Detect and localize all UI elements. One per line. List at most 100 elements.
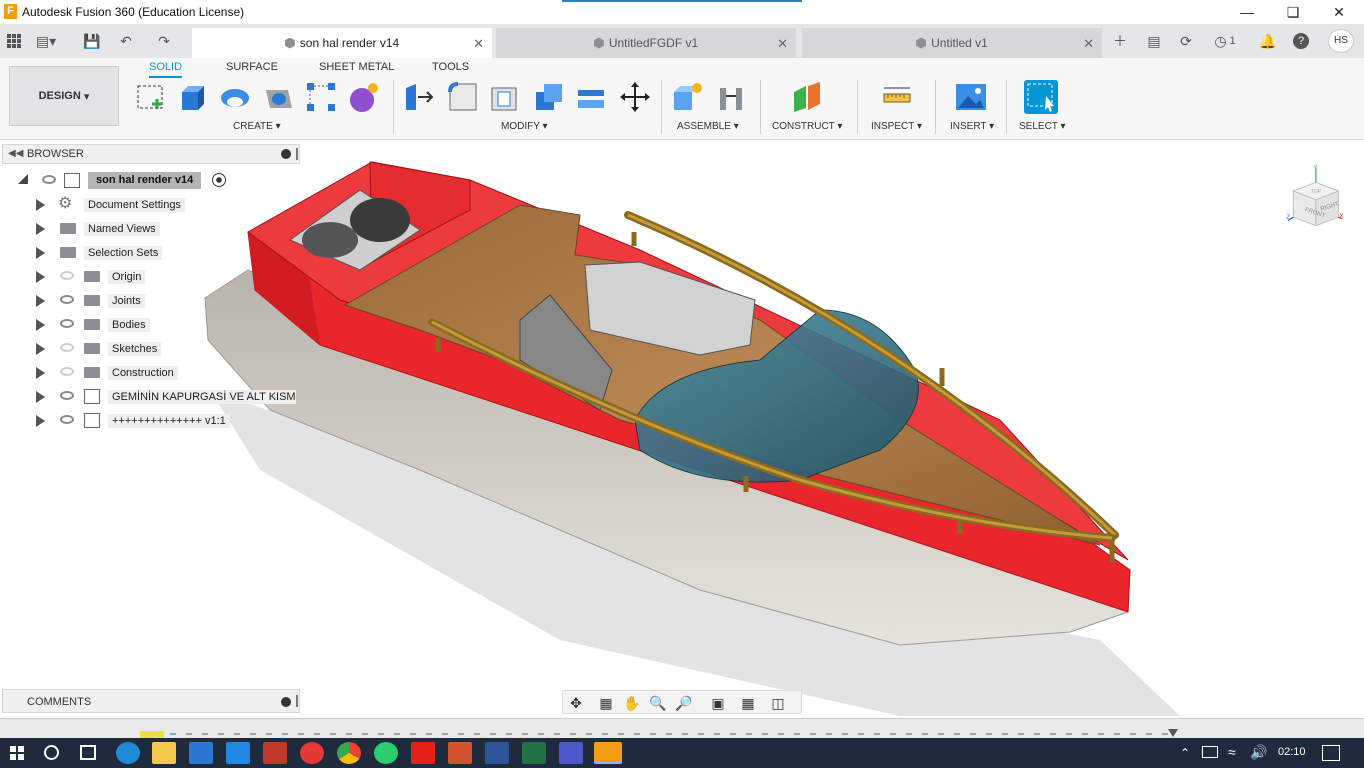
battery-icon[interactable] — [1202, 746, 1218, 758]
pdf-reader-icon[interactable] — [263, 742, 287, 764]
excel-icon[interactable] — [522, 742, 546, 764]
minimize-icon[interactable]: — — [1224, 2, 1270, 22]
viewcube[interactable]: FRONT RIGHT TOP Y Z X — [1282, 165, 1343, 227]
expand-arrow-icon[interactable] — [36, 367, 45, 379]
browser-item-construction[interactable]: Construction — [0, 362, 300, 384]
job-status-icon[interactable]: ◷ 1 — [1210, 31, 1240, 51]
measure-icon[interactable] — [880, 80, 914, 114]
create-sketch-icon[interactable] — [134, 80, 168, 114]
close-tab-icon[interactable]: ✕ — [777, 36, 788, 52]
store-icon[interactable] — [189, 742, 213, 764]
visibility-eye-icon[interactable] — [42, 175, 56, 184]
extensions-icon[interactable]: ⟳ — [1176, 31, 1196, 51]
combine-icon[interactable] — [532, 80, 566, 114]
browser-item-origin[interactable]: Origin — [0, 266, 300, 288]
wifi-icon[interactable]: ≈ — [1228, 744, 1236, 760]
user-avatar[interactable]: HS — [1328, 29, 1354, 53]
tray-expand-icon[interactable]: ⌃ — [1180, 746, 1190, 760]
orbit-icon[interactable]: ✥ — [567, 694, 585, 712]
timeline-marker-icon[interactable] — [1168, 729, 1178, 737]
tab-solid[interactable]: SOLID — [149, 60, 183, 78]
data-panel-icon[interactable]: ▤ — [1144, 31, 1164, 51]
tab-surface[interactable]: SURFACE — [226, 60, 278, 78]
browser-item-bodies[interactable]: Bodies — [0, 314, 300, 336]
youtube-icon[interactable] — [411, 742, 435, 764]
group-select[interactable]: SELECT ▾ — [1019, 121, 1066, 132]
clock[interactable]: 02:10 — [1278, 746, 1306, 758]
workspace-switcher[interactable]: DESIGN ▾ — [9, 66, 119, 126]
timeline[interactable] — [0, 718, 1364, 739]
select-icon[interactable] — [1024, 80, 1058, 114]
volume-icon[interactable]: 🔊 — [1250, 744, 1267, 761]
comments-panel[interactable]: COMMENTS — [2, 689, 300, 713]
browser-item-joints[interactable]: Joints — [0, 290, 300, 312]
visibility-eye-icon[interactable] — [60, 415, 74, 424]
apps-grid-icon[interactable] — [4, 31, 24, 51]
chrome-icon[interactable] — [337, 742, 361, 764]
expand-arrow-icon[interactable] — [36, 319, 45, 331]
hole-icon[interactable] — [262, 80, 296, 114]
visibility-eye-icon[interactable] — [60, 271, 74, 280]
group-create[interactable]: CREATE ▾ — [233, 121, 281, 132]
tab-sheet-metal[interactable]: SHEET METAL — [319, 60, 394, 78]
browser-item-sketches[interactable]: Sketches — [0, 338, 300, 360]
opera-icon[interactable] — [300, 742, 324, 764]
search-icon[interactable] — [44, 745, 59, 760]
browser-minimize-icon[interactable] — [281, 149, 291, 159]
group-inspect[interactable]: INSPECT ▾ — [871, 121, 922, 132]
mail-icon[interactable] — [226, 742, 250, 764]
file-icon[interactable]: ▤▾ — [36, 31, 56, 51]
tab-untitled[interactable]: Untitled v1 ✕ — [802, 28, 1102, 58]
tab-tools[interactable]: TOOLS — [432, 60, 469, 78]
group-modify[interactable]: MODIFY ▾ — [501, 121, 548, 132]
redo-icon[interactable]: ↷ — [154, 31, 174, 51]
new-component-icon[interactable] — [670, 80, 704, 114]
shell-icon[interactable] — [488, 80, 522, 114]
pattern-icon[interactable] — [304, 80, 338, 114]
browser-panel-header[interactable]: ◀◀ BROWSER — [2, 144, 300, 164]
fit-icon[interactable]: 🔎 — [675, 694, 693, 712]
browser-item-document-settings[interactable]: ⚙ Document Settings — [0, 194, 300, 216]
visibility-eye-icon[interactable] — [60, 367, 74, 376]
visibility-eye-icon[interactable] — [60, 295, 74, 304]
visibility-eye-icon[interactable] — [60, 391, 74, 400]
new-tab-plus-icon[interactable]: ＋ — [1110, 31, 1130, 51]
group-construct[interactable]: CONSTRUCT ▾ — [772, 121, 842, 132]
save-icon[interactable]: 💾 — [82, 31, 102, 51]
expand-arrow-icon[interactable] — [36, 247, 45, 259]
whatsapp-icon[interactable] — [374, 742, 398, 764]
close-tab-icon[interactable]: ✕ — [1083, 36, 1094, 52]
teams-icon[interactable] — [559, 742, 583, 764]
browser-root-label[interactable]: son hal render v14 — [88, 172, 202, 189]
browser-item-selection-sets[interactable]: Selection Sets — [0, 242, 300, 264]
grid-settings-icon[interactable]: ▦ — [739, 694, 757, 712]
display-settings-icon[interactable]: ▣ — [709, 694, 727, 712]
activate-radio-icon[interactable] — [212, 173, 226, 187]
windows-start-icon[interactable] — [10, 746, 24, 760]
visibility-eye-icon[interactable] — [60, 343, 74, 352]
look-at-icon[interactable]: ▦ — [597, 694, 615, 712]
insert-image-icon[interactable] — [954, 80, 988, 114]
create-form-icon[interactable] — [346, 80, 380, 114]
expand-arrow-icon[interactable] — [36, 415, 45, 427]
joint-icon[interactable] — [714, 80, 748, 114]
undo-icon[interactable]: ↶ — [116, 31, 136, 51]
expand-arrow-icon[interactable] — [36, 391, 45, 403]
viewports-icon[interactable]: ◫ — [769, 694, 787, 712]
notification-center-icon[interactable] — [1322, 745, 1340, 761]
restore-icon[interactable]: ❏ — [1270, 2, 1316, 22]
word-icon[interactable] — [485, 742, 509, 764]
visibility-eye-icon[interactable] — [60, 319, 74, 328]
browser-item-component-2[interactable]: ++++++++++++++ v1:1 — [0, 410, 300, 432]
extrude-icon[interactable] — [176, 80, 210, 114]
fillet-icon[interactable] — [446, 80, 480, 114]
expand-arrow-icon[interactable] — [36, 271, 45, 283]
tab-son-hal-render[interactable]: son hal render v14 ✕ — [192, 28, 492, 58]
expand-arrow-icon[interactable] — [36, 199, 45, 211]
close-tab-icon[interactable]: ✕ — [473, 36, 484, 52]
press-pull-icon[interactable] — [402, 80, 436, 114]
revolve-icon[interactable] — [218, 80, 252, 114]
collapse-panel-icon[interactable]: ◀◀ — [8, 148, 23, 159]
add-comment-icon[interactable] — [281, 697, 291, 707]
group-insert[interactable]: INSERT ▾ — [950, 121, 994, 132]
